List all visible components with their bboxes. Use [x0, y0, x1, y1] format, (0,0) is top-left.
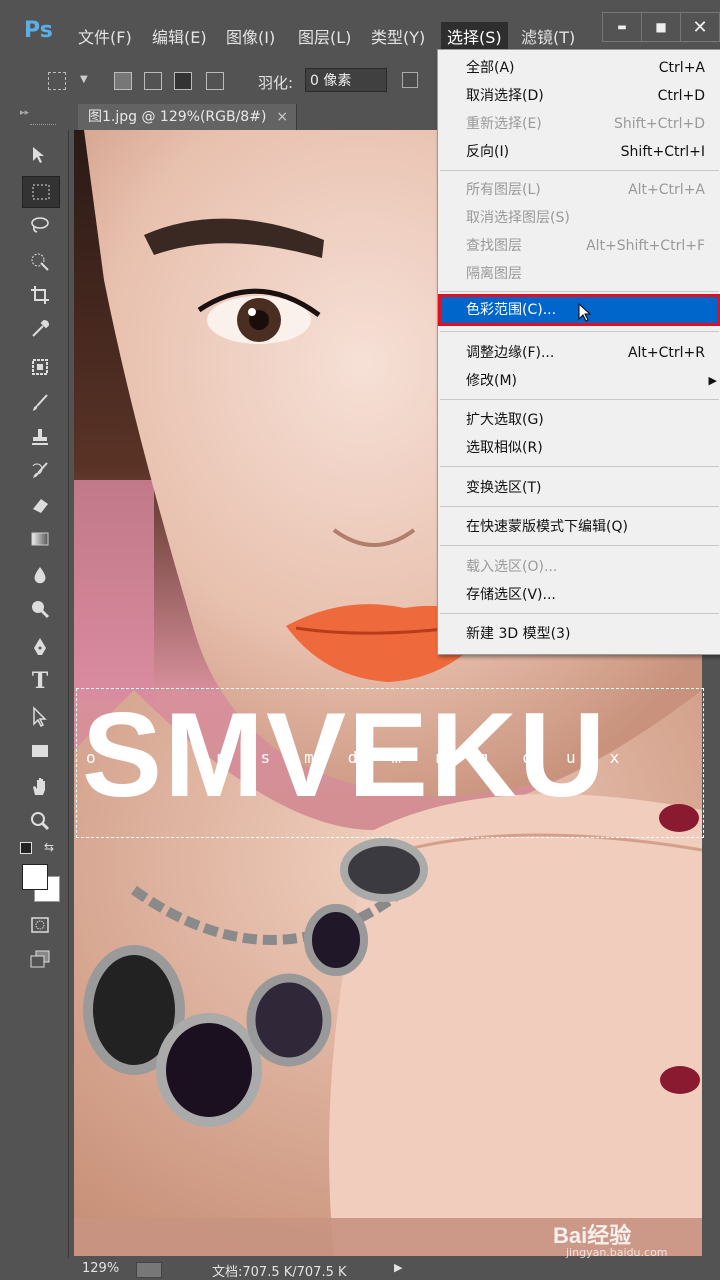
menu-item-reselect[interactable]: 重新选择(E) Shift+Ctrl+D — [438, 111, 720, 137]
rect-marquee-preset-icon[interactable] — [48, 72, 66, 90]
type-tool-icon[interactable]: T — [22, 666, 58, 696]
spot-healing-brush-icon[interactable] — [22, 352, 58, 382]
close-button[interactable]: ✕ — [680, 12, 720, 42]
zoom-tool-icon[interactable] — [22, 806, 58, 836]
quick-selection-tool-icon[interactable] — [22, 246, 58, 276]
close-tab-icon[interactable]: × — [276, 109, 288, 125]
path-selection-tool-icon[interactable] — [22, 702, 58, 732]
history-brush-tool-icon[interactable] — [22, 456, 58, 486]
menu-separator — [440, 399, 719, 400]
zoom-level[interactable]: 129% — [82, 1261, 119, 1276]
crop-tool-icon[interactable] — [22, 280, 58, 310]
menu-item-color-range[interactable]: 色彩范围(C)... — [438, 294, 720, 326]
panel-collapse-icon[interactable]: ▸▸ — [20, 108, 29, 118]
menu-item-grow[interactable]: 扩大选取(G) — [438, 407, 720, 433]
menu-item-transform-selection[interactable]: 变换选区(T) — [438, 475, 720, 501]
mouse-cursor-icon — [578, 303, 592, 322]
window-controls: ▬ ■ ✕ — [602, 12, 720, 42]
feather-label: 羽化: — [258, 74, 294, 92]
menu-select[interactable]: 选择(S) — [441, 22, 508, 50]
menu-separator — [440, 170, 719, 171]
blur-tool-icon[interactable] — [22, 560, 58, 590]
menu-item-refine-edge[interactable]: 调整边缘(F)... Alt+Ctrl+R — [438, 340, 720, 366]
menu-item-modify[interactable]: 修改(M) ▶ — [438, 368, 720, 394]
screen-mode-icon[interactable] — [22, 944, 58, 974]
menu-item-find-layers[interactable]: 查找图层 Alt+Shift+Ctrl+F — [438, 233, 720, 259]
eyedropper-tool-icon[interactable] — [22, 314, 58, 344]
feather-input[interactable]: 0 像素 — [305, 68, 387, 92]
move-tool-icon[interactable] — [22, 140, 58, 170]
pen-tool-icon[interactable] — [22, 632, 58, 662]
menu-item-isolate-layers[interactable]: 隔离图层 — [438, 261, 720, 287]
document-size-info: 文档:707.5 K/707.5 K — [212, 1265, 347, 1280]
subtract-from-selection-icon[interactable] — [174, 72, 192, 90]
new-selection-icon[interactable] — [114, 72, 132, 90]
menu-item-all-layers[interactable]: 所有图层(L) Alt+Ctrl+A — [438, 177, 720, 203]
add-to-selection-icon[interactable] — [144, 72, 162, 90]
foreground-color-swatch[interactable] — [22, 864, 48, 890]
menu-item-inverse[interactable]: 反向(I) Shift+Ctrl+I — [438, 139, 720, 165]
menu-separator — [440, 613, 719, 614]
document-tab-title: 图1.jpg @ 129%(RGB/8#) — [88, 109, 267, 125]
photoshop-logo: Ps — [24, 18, 53, 43]
menu-item-deselect-layers[interactable]: 取消选择图层(S) — [438, 205, 720, 231]
brand-subtext: otimsmdmnqoux — [86, 748, 654, 767]
menu-item-save-selection[interactable]: 存储选区(V)... — [438, 582, 720, 608]
select-menu-dropdown: 全部(A) Ctrl+A 取消选择(D) Ctrl+D 重新选择(E) Shift+C… — [437, 49, 720, 655]
menu-item-select-all[interactable]: 全部(A) Ctrl+A — [438, 55, 720, 81]
menu-item-load-selection[interactable]: 载入选区(O)... — [438, 554, 720, 580]
status-menu-arrow-icon[interactable]: ▶ — [394, 1261, 402, 1274]
eraser-tool-icon[interactable] — [22, 490, 58, 520]
swap-colors-icon[interactable]: ⇆ — [44, 840, 54, 854]
menu-edit[interactable]: 编辑(E) — [152, 24, 207, 48]
status-bar: 129% 文档:707.5 K/707.5 K ▶ — [68, 1258, 720, 1280]
status-preview-icon[interactable] — [136, 1262, 162, 1278]
menu-item-quick-mask-edit[interactable]: 在快速蒙版模式下编辑(Q) — [438, 514, 720, 540]
tools-panel: ▸▸ T ⇆ — [0, 104, 69, 1280]
menu-filter[interactable]: 滤镜(T) — [521, 24, 575, 48]
anti-alias-checkbox[interactable] — [402, 72, 418, 88]
quick-mask-icon[interactable] — [22, 910, 58, 940]
menu-layer[interactable]: 图层(L) — [298, 24, 351, 48]
hand-tool-icon[interactable] — [22, 772, 58, 802]
menu-type[interactable]: 类型(Y) — [371, 24, 425, 48]
menu-separator — [440, 331, 719, 332]
minimize-button[interactable]: ▬ — [602, 12, 642, 42]
menu-image[interactable]: 图像(I) — [226, 24, 275, 48]
maximize-button[interactable]: ■ — [641, 12, 681, 42]
rectangle-tool-icon[interactable] — [22, 736, 58, 766]
menu-item-deselect[interactable]: 取消选择(D) Ctrl+D — [438, 83, 720, 109]
submenu-arrow-icon: ▶ — [708, 374, 717, 387]
menu-item-new-3d-model[interactable]: 新建 3D 模型(3) — [438, 621, 720, 647]
menu-separator — [440, 506, 719, 507]
dodge-tool-icon[interactable] — [22, 594, 58, 624]
intersect-selection-icon[interactable] — [206, 72, 224, 90]
clone-stamp-tool-icon[interactable] — [22, 422, 58, 452]
preset-dropdown-icon[interactable]: ▼ — [80, 74, 88, 85]
panel-grip[interactable] — [30, 124, 56, 127]
rectangular-marquee-tool-icon[interactable] — [22, 176, 60, 208]
lasso-tool-icon[interactable] — [22, 210, 58, 240]
menu-separator — [440, 291, 719, 292]
menu-separator — [440, 545, 719, 546]
gradient-tool-icon[interactable] — [22, 524, 58, 554]
default-colors-icon[interactable] — [20, 842, 32, 854]
menu-item-similar[interactable]: 选取相似(R) — [438, 435, 720, 461]
document-tab[interactable]: 图1.jpg @ 129%(RGB/8#) × — [78, 104, 298, 130]
brush-tool-icon[interactable] — [22, 388, 58, 418]
menu-separator — [440, 466, 719, 467]
menu-file[interactable]: 文件(F) — [78, 24, 132, 48]
